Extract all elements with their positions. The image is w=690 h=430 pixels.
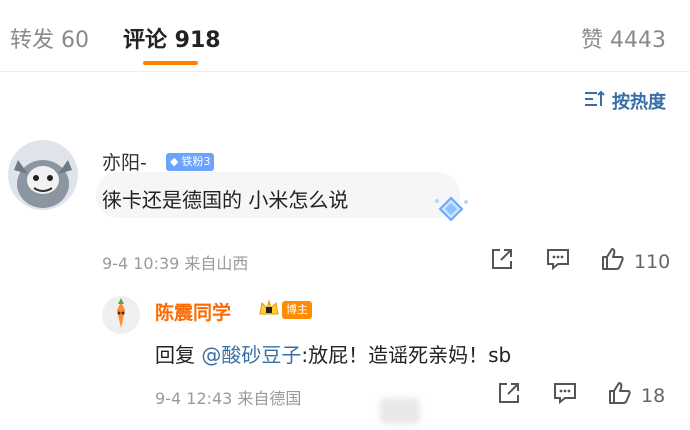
comment-username[interactable]: 亦阳-	[102, 148, 147, 175]
avatar[interactable]	[8, 140, 78, 210]
comment-icon	[552, 381, 578, 410]
reply-reply-button[interactable]	[552, 381, 578, 410]
comment-meta: 9-4 10:39 来自山西	[102, 254, 249, 273]
diamond-icon: ◆	[170, 155, 179, 168]
reply-button[interactable]	[545, 247, 571, 276]
tabs-divider	[0, 71, 690, 72]
comment-icon	[545, 247, 571, 276]
reply-text: 回复 @酸砂豆子:放屁！造谣死亲妈！sb	[155, 343, 512, 367]
reply-meta: 9-4 12:43 来自德国	[155, 389, 302, 408]
tab-comments[interactable]: 评论 918	[123, 22, 221, 54]
sparkle-icon	[432, 196, 470, 230]
reply-avatar[interactable]	[102, 296, 140, 334]
blurred-region	[380, 398, 420, 424]
comment-text: 徕卡还是德国的 小米怎么说	[102, 188, 349, 212]
fan-badge: ◆ 铁粉3	[166, 150, 215, 171]
author-badge: 博主	[258, 298, 312, 322]
mention-link[interactable]: @酸砂豆子	[201, 343, 301, 367]
thumbs-up-icon	[607, 380, 633, 411]
like-button[interactable]: 110	[600, 246, 670, 277]
reply-like-button[interactable]: 18	[607, 380, 665, 411]
reply-share-button[interactable]	[497, 381, 521, 410]
active-tab-indicator	[143, 61, 198, 65]
crown-icon	[258, 298, 280, 322]
tab-likes[interactable]: 赞 4443	[581, 22, 666, 54]
tab-reposts[interactable]: 转发 60	[10, 22, 89, 54]
like-count: 18	[641, 384, 666, 407]
sort-button[interactable]: 按热度	[584, 88, 666, 114]
thumbs-up-icon	[600, 246, 626, 277]
reply-username[interactable]: 陈震同学	[155, 298, 231, 325]
share-icon	[490, 247, 514, 276]
like-count: 110	[634, 250, 671, 273]
sort-icon	[584, 90, 606, 113]
share-icon	[497, 381, 521, 410]
share-button[interactable]	[490, 247, 514, 276]
sort-label: 按热度	[612, 92, 666, 113]
